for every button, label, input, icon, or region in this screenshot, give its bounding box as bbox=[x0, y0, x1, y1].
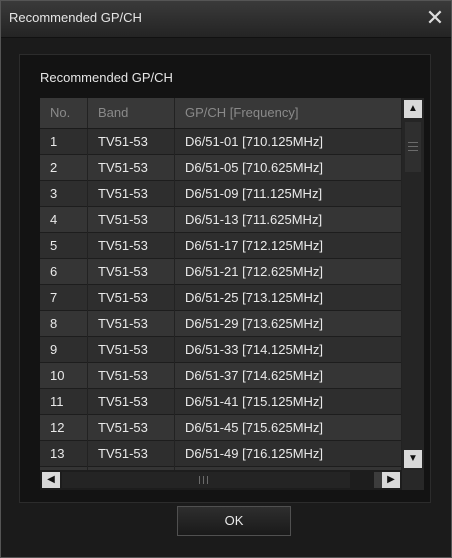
scroll-right-icon[interactable]: ▶ bbox=[382, 472, 400, 488]
table-row[interactable]: 3 TV51-53 D6/51-09 [711.125MHz] bbox=[40, 181, 402, 207]
row-number: 2 bbox=[40, 155, 88, 181]
row-band: TV51-53 bbox=[88, 181, 175, 207]
thumb-grip-line bbox=[408, 142, 418, 143]
table-row[interactable]: 2 TV51-53 D6/51-05 [710.625MHz] bbox=[40, 155, 402, 181]
row-frequency: D6/51-13 [711.625MHz] bbox=[175, 207, 402, 233]
row-frequency: D6/51-01 [710.125MHz] bbox=[175, 129, 402, 155]
window-title: Recommended GP/CH bbox=[9, 10, 142, 25]
thumb-grip-line bbox=[207, 476, 208, 484]
table-row[interactable]: 5 TV51-53 D6/51-17 [712.125MHz] bbox=[40, 233, 402, 259]
gpch-table: No. Band GP/CH [Frequency] 1 TV51-53 D6/51… bbox=[40, 98, 402, 470]
row-number: 3 bbox=[40, 181, 88, 207]
row-frequency: D6/51-17 [712.125MHz] bbox=[175, 233, 402, 259]
row-frequency: D6/51-05 [710.625MHz] bbox=[175, 155, 402, 181]
close-icon[interactable]: ✕ bbox=[423, 5, 447, 31]
section-label: Recommended GP/CH bbox=[40, 70, 173, 85]
row-band: TV51-53 bbox=[88, 259, 175, 285]
table-row[interactable]: 6 TV51-53 D6/51-21 [712.625MHz] bbox=[40, 259, 402, 285]
scroll-corner bbox=[402, 470, 424, 490]
row-number: 5 bbox=[40, 233, 88, 259]
row-number: 10 bbox=[40, 363, 88, 389]
content-panel: Recommended GP/CH No. Band GP/CH [Freque… bbox=[19, 54, 431, 503]
row-number: 4 bbox=[40, 207, 88, 233]
row-band: TV51-53 bbox=[88, 311, 175, 337]
row-frequency: D6/51-37 [714.625MHz] bbox=[175, 363, 402, 389]
column-header-gpch[interactable]: GP/CH [Frequency] bbox=[175, 98, 402, 128]
horizontal-scrollbar[interactable]: ◀ ▶ bbox=[40, 470, 402, 490]
row-frequency: D6/51-49 [716.125MHz] bbox=[175, 441, 402, 467]
row-frequency: D6/51-33 [714.125MHz] bbox=[175, 337, 402, 363]
thumb-grip-line bbox=[408, 150, 418, 151]
dialog-window: Recommended GP/CH ✕ Recommended GP/CH No… bbox=[0, 0, 452, 558]
row-number: 8 bbox=[40, 311, 88, 337]
table-row[interactable]: 1 TV51-53 D6/51-01 [710.125MHz] bbox=[40, 129, 402, 155]
row-number: 6 bbox=[40, 259, 88, 285]
row-band: TV51-53 bbox=[88, 129, 175, 155]
ok-button[interactable]: OK bbox=[177, 506, 291, 536]
horizontal-scroll-thumb[interactable] bbox=[62, 472, 350, 488]
row-band: TV51-53 bbox=[88, 389, 175, 415]
row-number: 11 bbox=[40, 389, 88, 415]
table-header: No. Band GP/CH [Frequency] bbox=[40, 98, 402, 129]
row-number: 1 bbox=[40, 129, 88, 155]
vertical-scrollbar[interactable]: ▲ ▼ bbox=[402, 98, 424, 470]
column-header-band[interactable]: Band bbox=[88, 98, 175, 128]
thumb-grip-line bbox=[408, 146, 418, 147]
thumb-grip-line bbox=[199, 476, 200, 484]
row-band: TV51-53 bbox=[88, 285, 175, 311]
row-frequency: D6/51-29 [713.625MHz] bbox=[175, 311, 402, 337]
table-row[interactable]: 10 TV51-53 D6/51-37 [714.625MHz] bbox=[40, 363, 402, 389]
row-band: TV51-53 bbox=[88, 155, 175, 181]
scroll-up-icon[interactable]: ▲ bbox=[404, 100, 422, 118]
row-number: 7 bbox=[40, 285, 88, 311]
row-band: TV51-53 bbox=[88, 363, 175, 389]
row-band: TV51-53 bbox=[88, 233, 175, 259]
table-row[interactable]: 11 TV51-53 D6/51-41 [715.125MHz] bbox=[40, 389, 402, 415]
title-bar[interactable]: Recommended GP/CH ✕ bbox=[1, 1, 451, 38]
table-row[interactable]: 12 TV51-53 D6/51-45 [715.625MHz] bbox=[40, 415, 402, 441]
table-row[interactable]: 8 TV51-53 D6/51-29 [713.625MHz] bbox=[40, 311, 402, 337]
row-frequency: D6/51-41 [715.125MHz] bbox=[175, 389, 402, 415]
row-number: 12 bbox=[40, 415, 88, 441]
row-band: TV51-53 bbox=[88, 415, 175, 441]
column-header-no[interactable]: No. bbox=[40, 98, 88, 128]
row-frequency: D6/51-45 [715.625MHz] bbox=[175, 415, 402, 441]
table-row[interactable]: 13 TV51-53 D6/51-49 [716.125MHz] bbox=[40, 441, 402, 467]
table-row[interactable]: 7 TV51-53 D6/51-25 [713.125MHz] bbox=[40, 285, 402, 311]
thumb-grip-line bbox=[203, 476, 204, 484]
row-number: 9 bbox=[40, 337, 88, 363]
row-band: TV51-53 bbox=[88, 441, 175, 467]
row-number: 13 bbox=[40, 441, 88, 467]
row-band: TV51-53 bbox=[88, 337, 175, 363]
table-row[interactable]: 4 TV51-53 D6/51-13 [711.625MHz] bbox=[40, 207, 402, 233]
row-band: TV51-53 bbox=[88, 207, 175, 233]
scroll-down-icon[interactable]: ▼ bbox=[404, 450, 422, 468]
scroll-left-icon[interactable]: ◀ bbox=[42, 472, 60, 488]
row-frequency: D6/51-21 [712.625MHz] bbox=[175, 259, 402, 285]
row-frequency: D6/51-09 [711.125MHz] bbox=[175, 181, 402, 207]
table-row[interactable]: 9 TV51-53 D6/51-33 [714.125MHz] bbox=[40, 337, 402, 363]
row-frequency: D6/51-25 [713.125MHz] bbox=[175, 285, 402, 311]
vertical-scroll-thumb[interactable] bbox=[405, 122, 421, 172]
